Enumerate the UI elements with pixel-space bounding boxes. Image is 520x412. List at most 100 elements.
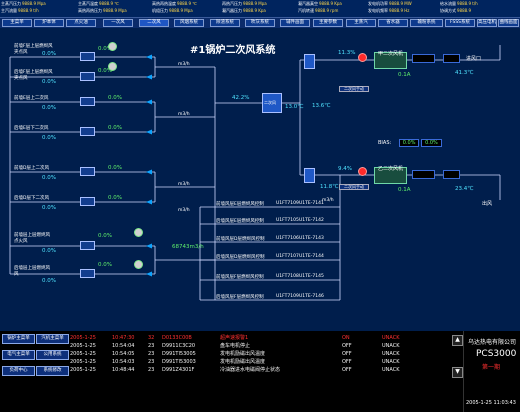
feed-label: 前墙F层上层燃烬风 bbox=[14, 44, 53, 49]
feed-value: 0.0% bbox=[98, 262, 112, 268]
fan-top-meter bbox=[412, 54, 435, 63]
feed-value: 0.0% bbox=[108, 165, 122, 171]
flow-unit: m3/h bbox=[178, 62, 190, 67]
boiler-main-menu-button[interactable]: 锅炉主菜单 bbox=[2, 334, 35, 344]
damper-tag: U1TE-7146 bbox=[299, 294, 324, 299]
feed-damper[interactable] bbox=[80, 127, 95, 136]
damper-code: U1FT7107 bbox=[276, 254, 299, 259]
product-name: PCS3000 bbox=[476, 349, 517, 359]
fan-top-name: 甲二次风机 bbox=[378, 51, 404, 57]
feed-label: 后墙F层上层燃烬风 bbox=[14, 70, 53, 75]
scroll-up-icon[interactable]: ▲ bbox=[452, 335, 463, 346]
fan-top-temp: 41.3℃ bbox=[455, 70, 474, 76]
feed-value: 0.0% bbox=[98, 233, 112, 239]
company-name: 乌达热电有限公司 bbox=[468, 339, 517, 346]
feed-damper[interactable] bbox=[80, 167, 95, 176]
feed-value: 0.0% bbox=[42, 205, 56, 211]
feed-damper[interactable] bbox=[80, 72, 95, 81]
electrical-main-menu-button[interactable]: 电气主菜单 bbox=[2, 350, 35, 360]
unit-label: 第一期 bbox=[482, 364, 501, 371]
center-temp: 13.0℃ bbox=[285, 104, 304, 110]
feed-damper[interactable] bbox=[80, 241, 95, 250]
damper-name: 后墙风层E层燃烬风控制 bbox=[216, 219, 264, 224]
brand-panel: 乌达热电有限公司 PCS3000 第一期 2005-1-25 11:03:43 bbox=[463, 331, 520, 412]
fan-bottom-name: 乙二次风机 bbox=[378, 166, 404, 172]
fan-bottom-manual-button[interactable]: 二次风手动 bbox=[339, 184, 369, 190]
flow-total: 68743m3/h bbox=[172, 244, 204, 250]
fan-bottom-flow: 0.1A bbox=[398, 187, 411, 193]
bias-label: BIAS: bbox=[378, 140, 392, 146]
bias-value-2: 0.0% bbox=[421, 139, 442, 147]
flow-meter-icon bbox=[108, 42, 117, 51]
feed-damper[interactable] bbox=[80, 269, 95, 278]
load-center-button[interactable]: 负荷中心 bbox=[2, 366, 35, 376]
feed-label: 前墙层上层燃烬风 bbox=[14, 233, 50, 238]
feed-label: 前墙E层上二次风 bbox=[14, 96, 49, 101]
feed-value: 0.0% bbox=[108, 125, 122, 131]
damper-tag: U1TE-7145 bbox=[299, 274, 324, 279]
right-bottom-box[interactable] bbox=[304, 168, 315, 183]
damper-code: U1FT7108 bbox=[276, 274, 299, 279]
fan-bottom-meter bbox=[412, 170, 435, 179]
scada-window: { "status_bar": [ {"label":"主蒸汽压力","valu… bbox=[0, 0, 520, 412]
feed-value: 0.0% bbox=[42, 278, 56, 284]
bottom-temp: 11.8℃ bbox=[320, 184, 339, 190]
fan-top-manual-button[interactable]: 二次风手动 bbox=[339, 86, 369, 92]
center-box-label: 二次风 bbox=[264, 100, 276, 105]
turbine-main-menu-button[interactable]: 汽机主菜单 bbox=[36, 334, 69, 344]
damper-code: U1FT7109 bbox=[276, 201, 299, 206]
fan-bottom-outlet-meter bbox=[443, 170, 460, 179]
flow-unit: m3/h bbox=[178, 208, 190, 213]
feed-label: 后墙D层下二次风 bbox=[14, 196, 49, 201]
fan-bottom-outlet: 出风 bbox=[482, 201, 493, 207]
feed-value: 0.0% bbox=[42, 248, 56, 254]
page-title: #1锅炉二次风系统 bbox=[190, 45, 276, 56]
feed-label: 后墙层上层燃烬风 bbox=[14, 266, 50, 271]
bias-readout: BIAS: 0.0% 0.0% bbox=[378, 139, 442, 147]
feed-label: 后墙E层下二次风 bbox=[14, 126, 49, 131]
right-top-box[interactable] bbox=[304, 54, 315, 69]
flow-meter-icon bbox=[134, 228, 143, 237]
feed-sublabel: 风 bbox=[14, 272, 19, 277]
feed-value: 0.0% bbox=[42, 105, 56, 111]
fan-top-outlet: 进风口 bbox=[466, 56, 482, 62]
damper-code: U1FT7106 bbox=[276, 236, 299, 241]
feed-value: 0.0% bbox=[42, 135, 56, 141]
bias-value-1: 0.0% bbox=[398, 139, 420, 147]
feed-value: 0.0% bbox=[42, 51, 56, 57]
feed-value: 0.0% bbox=[42, 79, 56, 85]
flow-meter-icon bbox=[108, 62, 117, 71]
damper-name: 前墙风层D层燃烬风控制 bbox=[216, 237, 265, 242]
common-system-button[interactable]: 公用系统 bbox=[36, 350, 69, 360]
feed-sublabel: 夹点风 bbox=[14, 76, 28, 81]
flow-unit: m3/h bbox=[178, 182, 190, 187]
fan-damper-icon[interactable] bbox=[358, 53, 367, 62]
feed-damper[interactable] bbox=[80, 197, 95, 206]
scroll-down-icon[interactable]: ▼ bbox=[452, 367, 463, 378]
feed-sublabel: 点火风 bbox=[14, 239, 28, 244]
damper-tag: U1TE-7141 bbox=[299, 201, 324, 206]
damper-name: 后墙风层D层燃烬风控制 bbox=[216, 255, 265, 260]
fan-top-flow: 0.1A bbox=[398, 72, 411, 78]
damper-code: U1FT7105 bbox=[276, 218, 299, 223]
feed-damper[interactable] bbox=[80, 97, 95, 106]
feed-value: 0.0% bbox=[108, 95, 122, 101]
feed-value: 0.0% bbox=[108, 195, 122, 201]
damper-name: 前墙风层E层燃烬风控制 bbox=[216, 202, 264, 207]
right-top-temp: 13.6℃ bbox=[312, 103, 331, 109]
feed-label: 前墙D层上二次风 bbox=[14, 166, 49, 171]
feed-damper[interactable] bbox=[80, 52, 95, 61]
damper-tag: U1TE-7142 bbox=[299, 218, 324, 223]
fan-damper-icon[interactable] bbox=[358, 167, 367, 176]
bottom-pct: 9.4% bbox=[338, 166, 352, 172]
alarm-panel: 锅炉主菜单 汽机主菜单 电气主菜单 公用系统 负荷中心 系统修改 2005-1-… bbox=[0, 331, 520, 412]
feed-value: 0.0% bbox=[42, 175, 56, 181]
system-modify-button[interactable]: 系统修改 bbox=[36, 366, 69, 376]
flow-meter-icon bbox=[134, 260, 143, 269]
center-percent: 42.2% bbox=[232, 95, 250, 101]
damper-name: 前墙风层F层燃烬风控制 bbox=[216, 275, 264, 280]
damper-tag: U1TE-7144 bbox=[299, 254, 324, 259]
fan-bottom-temp: 23.4℃ bbox=[455, 186, 474, 192]
damper-tag: U1TE-7143 bbox=[299, 236, 324, 241]
clock: 2005-1-25 11:03:43 bbox=[466, 400, 516, 406]
